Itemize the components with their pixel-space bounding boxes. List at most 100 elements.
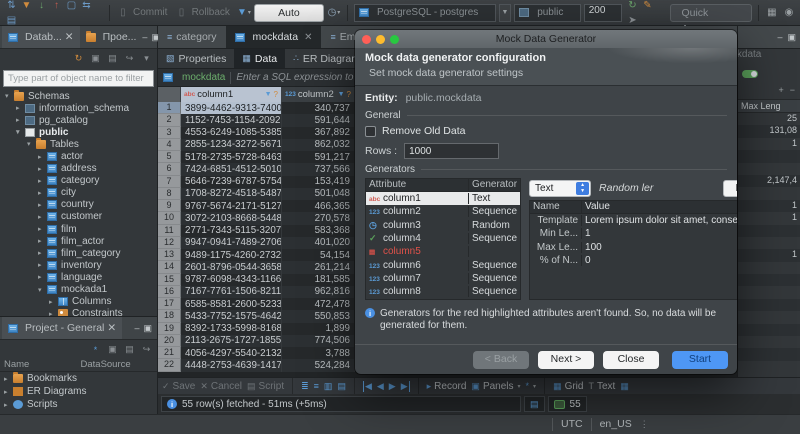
column2-cell[interactable]: 774,506 xyxy=(282,334,355,347)
prev-row-icon[interactable]: ◀ xyxy=(377,381,384,392)
column1-cell[interactable]: 9787-6098-4343-1166 xyxy=(181,273,282,286)
column2-cell[interactable]: 261,214 xyxy=(282,261,355,274)
rollback-label[interactable]: Rollback xyxy=(192,7,230,18)
collapse-icon[interactable]: ▾ xyxy=(38,286,47,294)
column1-cell[interactable]: 2855-1234-3272-5671 xyxy=(181,138,282,151)
link-editor-icon[interactable]: ▣ xyxy=(89,52,102,65)
sync-icon[interactable]: ↪ xyxy=(123,52,136,65)
expand-icon[interactable]: ▸ xyxy=(16,116,25,124)
column1-header[interactable]: abc column1 ▼? xyxy=(181,87,282,102)
tab-project-general[interactable]: Project - General ✕ xyxy=(2,317,123,339)
expand-icon[interactable]: ▸ xyxy=(38,237,47,245)
console-icon[interactable]: ▢ xyxy=(64,0,79,13)
attribute-row-column4[interactable]: ✓ column4 Sequence xyxy=(366,232,520,245)
column1-cell[interactable]: 9947-0941-7489-2706 xyxy=(181,236,282,249)
row-number-cell[interactable]: 16 xyxy=(158,285,181,298)
column1-cell[interactable]: 8392-1733-5998-8168 xyxy=(181,322,282,335)
pin-icon[interactable]: ▼ xyxy=(19,0,34,13)
max-length-cell[interactable]: 1 xyxy=(738,212,800,224)
delete-row-icon[interactable]: ▤ xyxy=(337,381,346,392)
close-icon[interactable]: ✕ xyxy=(304,32,312,43)
attribute-column-header[interactable]: Attribute xyxy=(366,179,469,191)
column2-cell[interactable]: 270,578 xyxy=(282,212,355,225)
tree-item-film_actor[interactable]: ▸ film_actor xyxy=(0,235,157,247)
fetch-all-icon[interactable]: ↑ xyxy=(49,0,64,13)
copy-status-button[interactable]: ▤ xyxy=(524,396,545,412)
status-menu-icon[interactable]: ⋮ xyxy=(640,419,650,430)
column2-cell[interactable]: 737,566 xyxy=(282,163,355,176)
minimize-icon[interactable]: – xyxy=(134,323,139,334)
panels-button[interactable]: ▣ Panels ▾ xyxy=(471,381,520,392)
column1-cell[interactable]: 5178-2735-5728-6463 xyxy=(181,151,282,164)
row-number-cell[interactable]: 22 xyxy=(158,359,181,372)
filter-icon[interactable]: ▼ xyxy=(265,91,272,98)
row-number-cell[interactable]: 9 xyxy=(158,200,181,213)
new-item-icon[interactable]: * xyxy=(89,343,102,356)
row-number-cell[interactable]: 14 xyxy=(158,261,181,274)
rows-input[interactable]: 1000 xyxy=(404,143,500,159)
quick-access-button[interactable]: Quick Access xyxy=(670,3,752,35)
row-number-cell[interactable]: 2 xyxy=(158,114,181,127)
schema-combo[interactable]: public xyxy=(514,3,581,22)
maximize-icon[interactable]: ▣ xyxy=(787,32,796,43)
connection-combo[interactable]: PostgreSQL - postgres xyxy=(353,3,496,22)
collapse-icon[interactable]: ▾ xyxy=(16,128,25,136)
paste-icon[interactable]: ▤ xyxy=(123,343,136,356)
column1-cell[interactable]: 9767-5674-2171-5127 xyxy=(181,200,282,213)
row-number-cell[interactable]: 1 xyxy=(158,102,181,115)
tree-item-pg_catalog[interactable]: ▸ pg_catalog xyxy=(0,114,157,126)
value-column-header[interactable]: Value xyxy=(582,201,737,213)
property-value-cell[interactable]: 0 xyxy=(582,255,737,266)
tab-database-navigator[interactable]: Datab... ✕ xyxy=(2,26,80,48)
filter-icon[interactable]: ▼ xyxy=(338,91,345,98)
max-length-cell[interactable] xyxy=(738,311,800,323)
column-datasource-header[interactable]: DataSource xyxy=(81,359,158,371)
rollback-icon[interactable]: ▯ xyxy=(174,5,188,20)
max-length-column-header[interactable]: Max Leng xyxy=(738,99,800,113)
row-number-cell[interactable]: 19 xyxy=(158,322,181,335)
max-length-cell[interactable] xyxy=(738,298,800,312)
tree-item-public[interactable]: ▾ public xyxy=(0,126,157,138)
property-value-cell[interactable]: 100 xyxy=(582,242,737,253)
column1-cell[interactable]: 2601-8796-0544-3658 xyxy=(181,261,282,274)
column1-cell[interactable]: 4056-4297-5540-2132 xyxy=(181,347,282,360)
duplicate-row-icon[interactable]: ▥ xyxy=(324,381,333,392)
commit-mode-button[interactable]: Auto xyxy=(254,3,324,22)
column2-cell[interactable]: 1,899 xyxy=(282,322,355,335)
filter-entity-label[interactable]: mockdata xyxy=(182,72,225,83)
calc-panel-icon[interactable]: ▦ xyxy=(620,381,629,392)
remove-icon[interactable]: − xyxy=(790,85,795,99)
attribute-row-column3[interactable]: ◷ column3 Random xyxy=(366,219,520,232)
expand-icon[interactable]: ▸ xyxy=(38,165,47,173)
max-length-cell[interactable]: 131,08 xyxy=(738,125,800,138)
max-length-cell[interactable] xyxy=(738,224,800,237)
grid-toggle[interactable]: ▦ Grid xyxy=(553,381,583,392)
column-name-header[interactable]: Name xyxy=(4,359,81,371)
column2-cell[interactable]: 367,892 xyxy=(282,126,355,139)
column2-cell[interactable]: 340,737 xyxy=(282,102,355,115)
tree-item-customer[interactable]: ▸ customer xyxy=(0,211,157,223)
name-column-header[interactable]: Name xyxy=(530,201,583,213)
copy-icon[interactable]: ▣ xyxy=(106,343,119,356)
refresh-icon[interactable]: ↻ xyxy=(625,0,640,13)
expand-icon[interactable]: ▸ xyxy=(4,401,13,409)
column2-header[interactable]: 123 column2 ▼? xyxy=(282,87,355,102)
attribute-row-column6[interactable]: 123 column6 Sequence xyxy=(366,258,520,271)
perspective-icon[interactable]: ▦ xyxy=(765,5,779,20)
expand-icon[interactable]: ▸ xyxy=(4,388,13,396)
subtab-properties[interactable]: ▧ Properties xyxy=(158,49,234,68)
row-number-cell[interactable]: 15 xyxy=(158,273,181,286)
column2-cell[interactable]: 550,853 xyxy=(282,310,355,323)
column1-cell[interactable]: 5646-7239-6787-5754 xyxy=(181,175,282,188)
column1-cell[interactable]: 9489-1175-4260-2732 xyxy=(181,249,282,262)
expand-icon[interactable]: ▸ xyxy=(16,104,25,112)
row-number-cell[interactable]: 18 xyxy=(158,310,181,323)
tree-item-country[interactable]: ▸ country xyxy=(0,199,157,211)
cancel-button[interactable]: ✕ Cancel xyxy=(200,381,242,392)
sort-hint-icon[interactable]: ? xyxy=(347,90,351,99)
row-number-cell[interactable]: 5 xyxy=(158,151,181,164)
toggle-on-icon[interactable] xyxy=(742,70,758,78)
tree-item-inventory[interactable]: ▸ inventory xyxy=(0,259,157,271)
column2-cell[interactable]: 54,154 xyxy=(282,249,355,262)
property-value-cell[interactable]: 1 xyxy=(582,228,737,239)
